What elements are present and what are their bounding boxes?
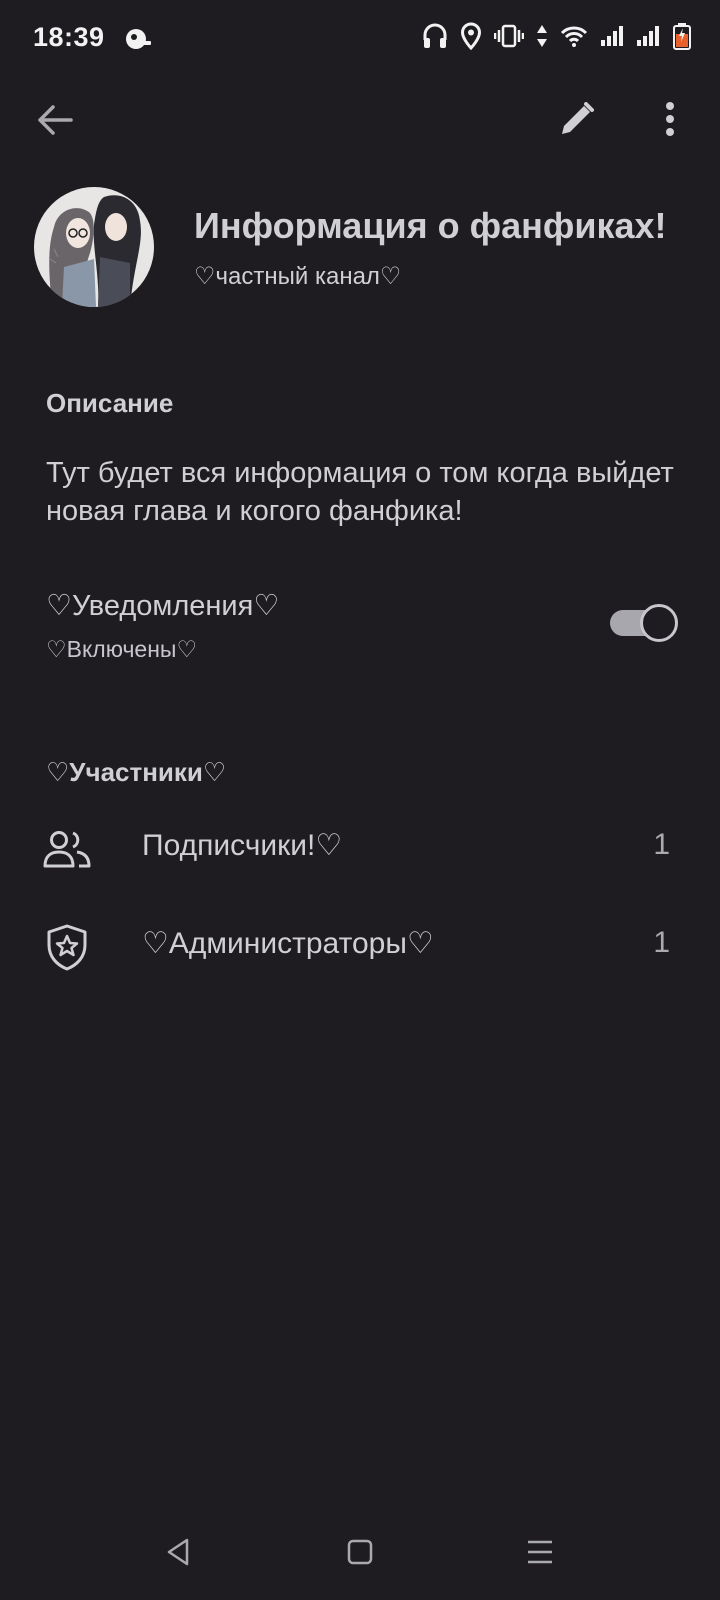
headphones-icon [422,22,448,50]
subscribers-count: 1 [653,828,670,861]
notifications-title: ♡Уведомления♡ [46,590,280,622]
notifications-status: ♡Включены♡ [46,636,198,662]
nav-recents-button[interactable] [510,1524,570,1584]
location-icon [460,22,482,50]
channel-title: Информация о фанфиках! [194,205,667,246]
notifications-toggle[interactable] [610,602,680,642]
status-bar: 18:39 [0,0,720,82]
battery-charging-icon [672,22,692,50]
people-icon [42,824,92,874]
more-options-button[interactable] [648,96,692,146]
system-nav-bar [0,1510,720,1600]
members-heading: ♡Участники♡ [46,757,227,787]
status-time: 18:39 [33,22,105,52]
channel-subtitle: ♡частный канал♡ [194,263,402,290]
administrators-row[interactable]: ♡Администраторы♡ 1 [0,902,720,990]
channel-avatar[interactable] [34,187,154,307]
notifications-row[interactable]: ♡Уведомления♡ ♡Включены♡ [0,580,720,680]
description-text: Тут будет вся информация о том когда вый… [46,457,674,527]
subscribers-label: Подписчики!♡ [142,829,343,862]
vibrate-icon [494,23,524,49]
description-heading: Описание [46,388,174,418]
wifi-icon [560,24,588,48]
edit-button[interactable] [552,98,602,144]
nav-home-icon [347,1539,373,1570]
administrators-count: 1 [653,926,670,959]
nav-back-icon [165,1537,191,1572]
nav-back-button[interactable] [148,1524,208,1584]
status-icons [422,22,692,50]
arrow-back-icon [37,104,73,141]
nav-home-button[interactable] [330,1524,390,1584]
subscribers-row[interactable]: Подписчики!♡ 1 [0,804,720,892]
nav-recents-icon [526,1539,554,1570]
back-button[interactable] [28,100,82,144]
signal-icon [636,25,660,47]
toggle-thumb [640,604,678,642]
app-bar [0,82,720,160]
shield-star-icon [42,922,92,972]
app-notification-icon [124,26,152,57]
signal-icon [600,25,624,47]
pencil-icon [560,101,594,141]
data-arrows-icon [536,23,548,49]
administrators-label: ♡Администраторы♡ [142,927,434,960]
more-vert-icon [664,101,676,142]
